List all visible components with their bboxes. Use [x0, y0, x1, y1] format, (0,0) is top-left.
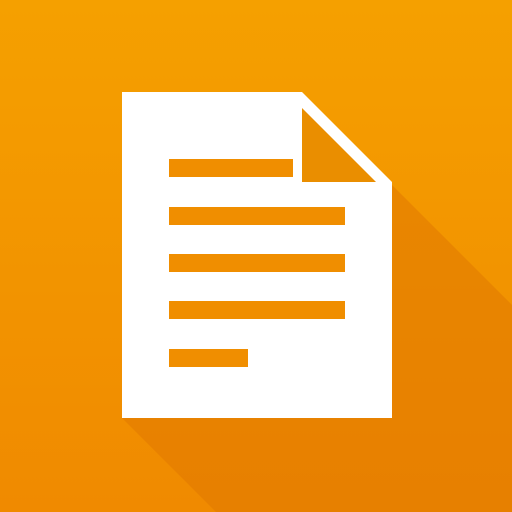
text-line [169, 207, 345, 225]
text-line [169, 301, 345, 319]
text-line [169, 254, 345, 272]
app-icon-tile [0, 0, 512, 512]
document-icon [0, 0, 512, 512]
text-line [169, 349, 248, 367]
text-line [169, 159, 293, 177]
